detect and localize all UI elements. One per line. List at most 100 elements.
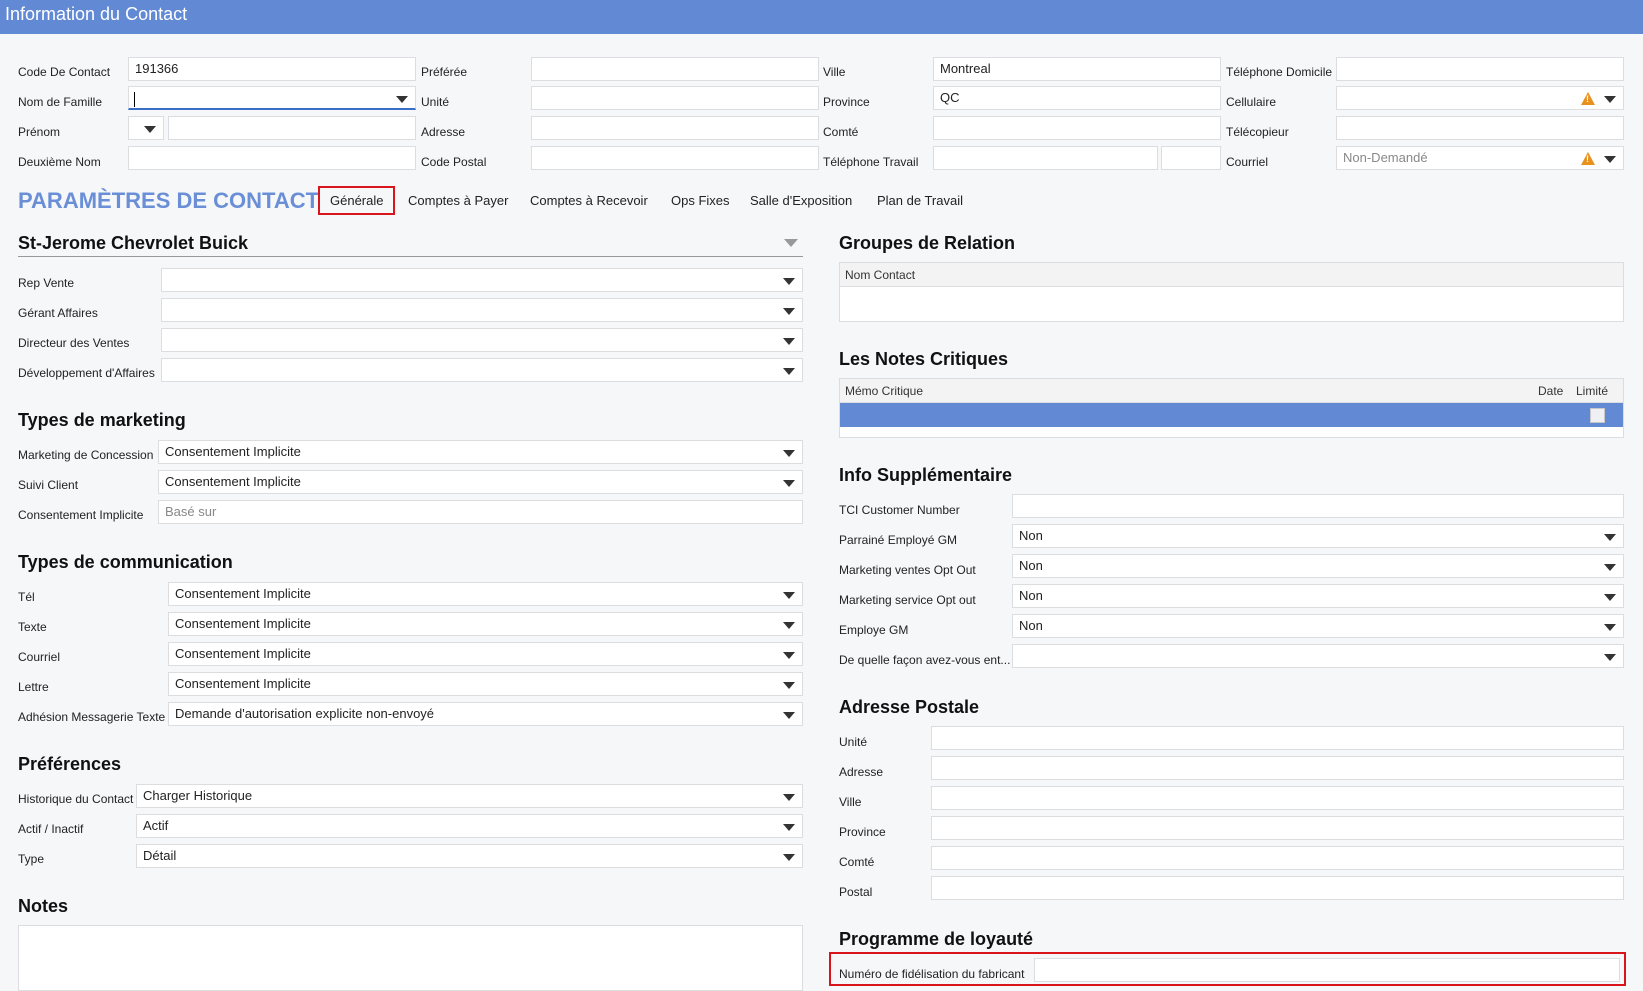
dealer-divider <box>18 256 803 257</box>
extra-info-label: De quelle façon avez-vous ent... <box>839 653 1011 667</box>
tab-comptes-payer[interactable]: Comptes à Payer <box>408 193 508 208</box>
column-header[interactable]: Nom Contact <box>845 268 915 282</box>
grid-header: Mémo Critique Date Limité <box>840 379 1623 403</box>
notes-textarea[interactable] <box>18 925 803 991</box>
postal-code-field[interactable] <box>931 876 1624 900</box>
loyalty-title: Programme de loyauté <box>839 929 1034 949</box>
lettre-dropdown[interactable]: Consentement Implicite <box>168 672 803 696</box>
deuxieme-nom-label: Deuxième Nom <box>18 155 101 169</box>
tab-plan-travail[interactable]: Plan de Travail <box>877 193 963 208</box>
communication-field-label: Texte <box>18 620 47 634</box>
postal-ville-field[interactable] <box>931 786 1624 810</box>
preferences-field-label: Type <box>18 852 45 866</box>
critical-notes-title: Les Notes Critiques <box>839 349 1009 369</box>
province-label: Province <box>823 95 870 109</box>
telephone-domicile-field[interactable] <box>1336 57 1624 81</box>
deuxieme-nom-field[interactable] <box>128 146 416 170</box>
comte-field[interactable] <box>933 116 1221 140</box>
table-row[interactable] <box>840 403 1623 427</box>
column-header[interactable]: Date <box>1538 384 1563 398</box>
collapse-icon[interactable] <box>784 239 798 247</box>
extra-info-label: Marketing service Opt out <box>839 593 976 607</box>
unite-label: Unité <box>421 95 450 109</box>
employe-gm-dropdown[interactable]: Non <box>1012 614 1624 638</box>
communication-field-label: Lettre <box>18 680 49 694</box>
cellulaire-field[interactable]: ! <box>1336 86 1624 110</box>
suivi-client-dropdown[interactable]: Consentement Implicite <box>158 470 803 494</box>
extra-info-label: Employe GM <box>839 623 909 637</box>
nom-famille-label: Nom de Famille <box>18 95 103 109</box>
ville-label: Ville <box>823 65 846 79</box>
tci-customer-number-field[interactable] <box>1012 494 1624 518</box>
checkbox-icon[interactable] <box>1590 408 1605 423</box>
marketing-service-optout-dropdown[interactable]: Non <box>1012 584 1624 608</box>
type-dropdown[interactable]: Détail <box>136 844 803 868</box>
dealer-field-label: Gérant Affaires <box>18 306 98 320</box>
marketing-field-label: Suivi Client <box>18 478 79 492</box>
communication-section-title: Types de communication <box>18 552 233 572</box>
source-dropdown[interactable] <box>1012 644 1624 668</box>
column-header[interactable]: Limité <box>1576 384 1608 398</box>
adresse-label: Adresse <box>421 125 466 139</box>
tab-salle-exposition[interactable]: Salle d'Exposition <box>750 193 852 208</box>
settings-title: PARAMÈTRES DE CONTACT <box>18 188 320 213</box>
rep-vente-dropdown[interactable] <box>161 268 803 292</box>
code-contact-field[interactable]: 191366 <box>128 57 416 81</box>
communication-field-label: Adhésion Messagerie Texte <box>18 710 166 724</box>
postal-comte-field[interactable] <box>931 846 1624 870</box>
courriel-dropdown[interactable]: Consentement Implicite <box>168 642 803 666</box>
preferences-field-label: Actif / Inactif <box>18 822 84 836</box>
telephone-domicile-label: Téléphone Domicile <box>1226 65 1333 79</box>
window-title-bar: Information du Contact <box>0 0 1643 34</box>
unite-field[interactable] <box>531 86 819 110</box>
critical-notes-grid[interactable]: Mémo Critique Date Limité <box>839 378 1624 438</box>
code-postal-field[interactable] <box>531 146 819 170</box>
relation-groups-grid[interactable]: Nom Contact <box>839 262 1624 322</box>
postal-address-label: Adresse <box>839 765 884 779</box>
cellulaire-label: Cellulaire <box>1226 95 1277 109</box>
postal-adresse-field[interactable] <box>931 756 1624 780</box>
prenom-field[interactable] <box>168 116 416 140</box>
marketing-concession-dropdown[interactable]: Consentement Implicite <box>158 440 803 464</box>
courriel-placeholder: Non-Demandé <box>1343 150 1428 165</box>
postal-province-field[interactable] <box>931 816 1624 840</box>
window-title: Information du Contact <box>5 4 188 24</box>
province-field[interactable]: QC <box>933 86 1221 110</box>
developpement-affaires-dropdown[interactable] <box>161 358 803 382</box>
nom-famille-field[interactable] <box>128 86 416 110</box>
warning-icon: ! <box>1581 92 1595 105</box>
tab-comptes-recevoir[interactable]: Comptes à Recevoir <box>530 193 648 208</box>
tel-dropdown[interactable]: Consentement Implicite <box>168 582 803 606</box>
prenom-prefix-dropdown[interactable] <box>128 116 164 140</box>
courriel-field[interactable]: Non-Demandé ! <box>1336 146 1624 170</box>
loyalty-number-field[interactable] <box>1034 958 1620 982</box>
telecopieur-label: Télécopieur <box>1226 125 1289 139</box>
column-header[interactable]: Mémo Critique <box>845 384 923 398</box>
historique-contact-dropdown[interactable]: Charger Historique <box>136 784 803 808</box>
gerant-affaires-dropdown[interactable] <box>161 298 803 322</box>
texte-dropdown[interactable]: Consentement Implicite <box>168 612 803 636</box>
telephone-travail-field[interactable] <box>933 146 1158 170</box>
actif-inactif-dropdown[interactable]: Actif <box>136 814 803 838</box>
postal-address-title: Adresse Postale <box>839 697 980 717</box>
consentement-implicite-field[interactable]: Basé sur <box>158 500 803 524</box>
directeur-ventes-dropdown[interactable] <box>161 328 803 352</box>
telephone-travail-ext-field[interactable] <box>1161 146 1221 170</box>
adresse-field[interactable] <box>531 116 819 140</box>
tab-generale[interactable]: Générale <box>318 186 396 215</box>
telecopieur-field[interactable] <box>1336 116 1624 140</box>
communication-field-label: Tél <box>18 590 35 604</box>
postal-address-label: Comté <box>839 855 875 869</box>
marketing-ventes-optout-dropdown[interactable]: Non <box>1012 554 1624 578</box>
tab-ops-fixes[interactable]: Ops Fixes <box>671 193 730 208</box>
parraine-employe-dropdown[interactable]: Non <box>1012 524 1624 548</box>
ville-field[interactable]: Montreal <box>933 57 1221 81</box>
postal-unite-field[interactable] <box>931 726 1624 750</box>
warning-icon: ! <box>1581 152 1595 165</box>
comte-label: Comté <box>823 125 859 139</box>
preferee-field[interactable] <box>531 57 819 81</box>
adhesion-messagerie-dropdown[interactable]: Demande d'autorisation explicite non-env… <box>168 702 803 726</box>
code-postal-label: Code Postal <box>421 155 487 169</box>
prenom-label: Prénom <box>18 125 61 139</box>
telephone-travail-label: Téléphone Travail <box>823 155 919 169</box>
